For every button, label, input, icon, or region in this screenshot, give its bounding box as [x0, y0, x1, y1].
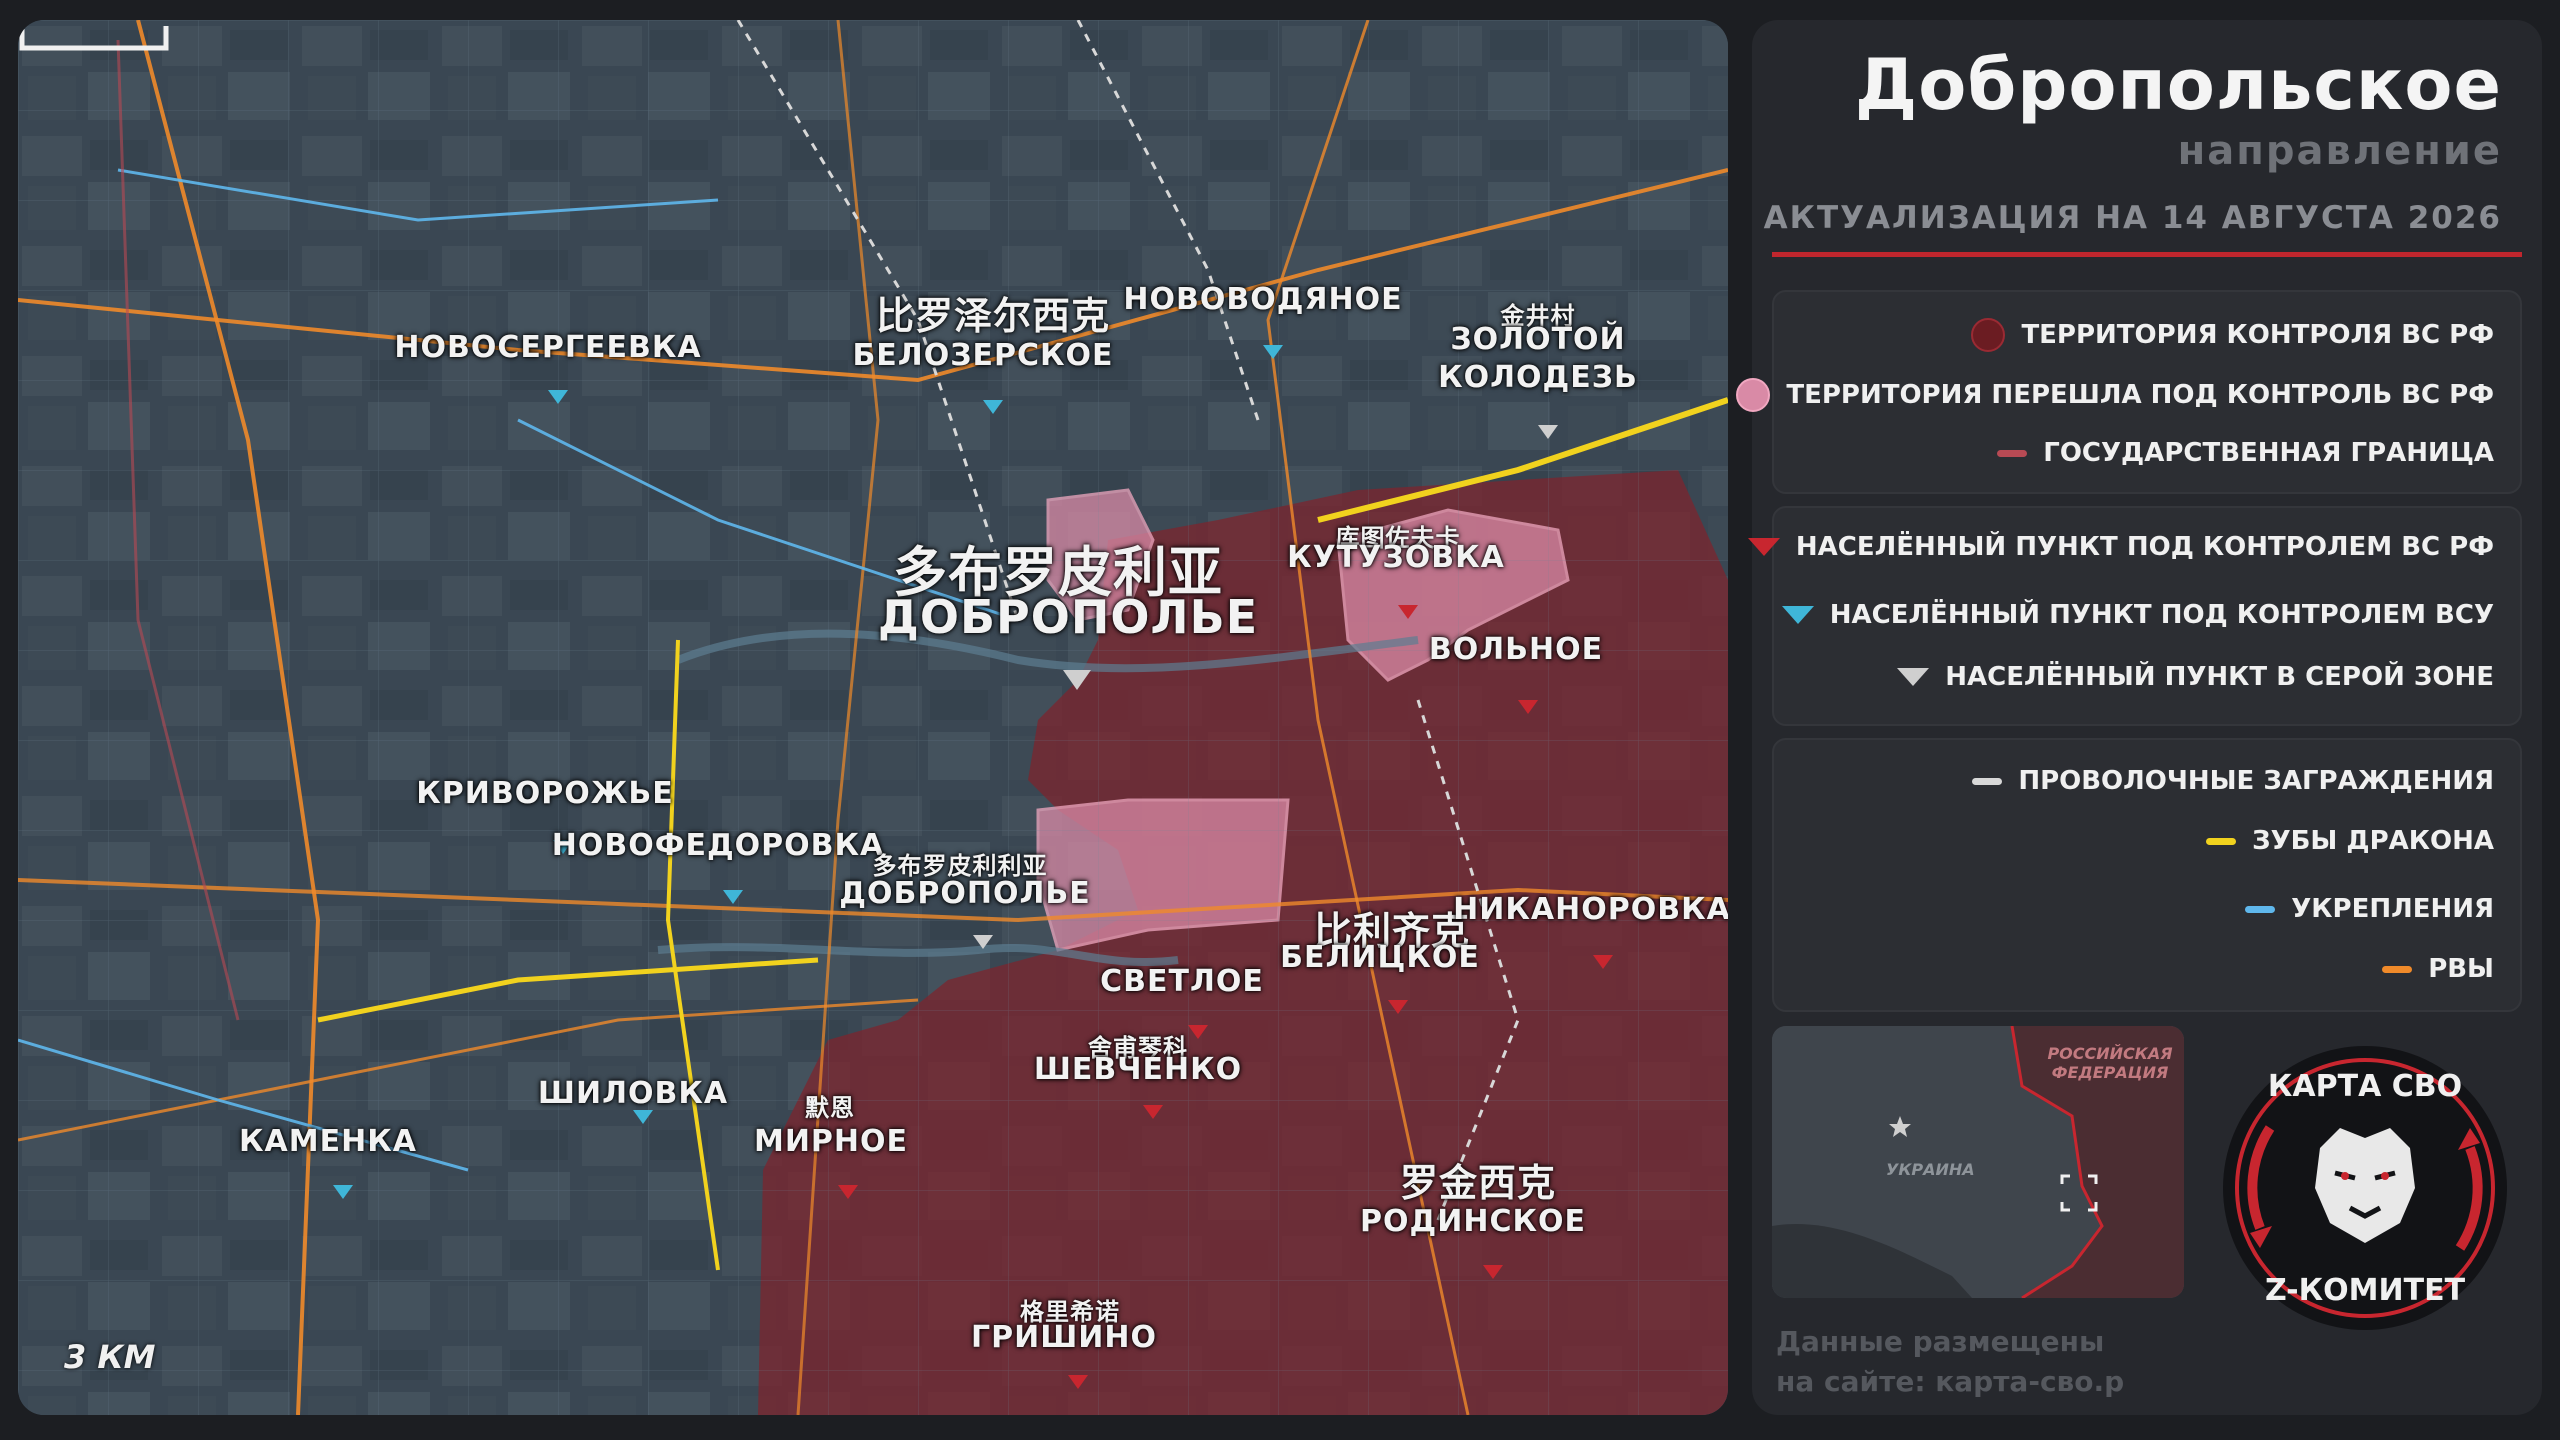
label-mirnoe: МИРНОЕ — [753, 1124, 909, 1159]
logo-bottom-text: Z-КОМИТЕТ — [2265, 1273, 2466, 1308]
label-belozerskoe: БЕЛОЗЕРСКОЕ — [852, 338, 1114, 373]
label-volnoe: ВОЛЬНОЕ — [1428, 632, 1604, 667]
panel-title: Добропольское — [1854, 44, 2502, 126]
karta-svo-logo: КАРТА СВО Z-КОМИТЕТ — [2223, 1046, 2507, 1330]
label-shilovka: ШИЛОВКА — [537, 1076, 729, 1111]
label-zolotoy-1: ЗОЛОТОЙ — [1450, 322, 1626, 357]
legend-row-rf-territory: ТЕРРИТОРИЯ КОНТРОЛЯ ВС РФ — [1971, 318, 2494, 352]
grey-settlement-icon — [1897, 668, 1930, 686]
new-territory-swatch — [1736, 378, 1771, 412]
ditches-swatch — [2382, 965, 2413, 973]
label-nikanorovka: НИКАНОРОВКА — [1453, 892, 1728, 927]
title-divider — [1772, 252, 2522, 257]
label-kutuzovka: КУТУЗОВКА — [1287, 540, 1505, 575]
legend-row-dragon-teeth: ЗУБЫ ДРАКОНА — [2206, 826, 2494, 856]
legend-row-wire: ПРОВОЛОЧНЫЕ ЗАГРАЖДЕНИЯ — [1972, 766, 2494, 796]
label-krivorozhye: КРИВОРОЖЬЕ — [416, 776, 674, 811]
footer-line-2: на сайте: карта-сво.р — [1776, 1365, 2125, 1398]
label-mirnoe-cn: 默恩 — [805, 1093, 855, 1122]
scale-label: 3 КМ — [64, 1338, 156, 1376]
rf-territory-swatch — [1971, 318, 2006, 352]
legend-territory-box: ТЕРРИТОРИЯ КОНТРОЛЯ ВС РФ ТЕРРИТОРИЯ ПЕР… — [1736, 290, 2522, 494]
update-date: АКТУАЛИЗАЦИЯ НА 14 АВГУСТА 2026 — [1763, 200, 2502, 236]
label-grishino: ГРИШИНО — [971, 1320, 1157, 1355]
legend-row-new-territory: ТЕРРИТОРИЯ ПЕРЕШЛА ПОД КОНТРОЛЬ ВС РФ — [1736, 378, 2494, 412]
legend-row-grey-settlement: НАСЕЛЁННЫЙ ПУНКТ В СЕРОЙ ЗОНЕ — [1897, 662, 2494, 692]
legend-row-afu-settlement: НАСЕЛЁННЫЙ ПУНКТ ПОД КОНТРОЛЕМ ВСУ — [1781, 600, 2494, 630]
dragon-teeth-swatch — [2206, 837, 2237, 845]
label-novofedorovka: НОВОФЕДОРОВКА — [551, 828, 885, 863]
map-area[interactable]: НОВОСЕРГЕЕВКА 比罗泽尔西克 БЕЛОЗЕРСКОЕ НОВОВОД… — [18, 20, 1728, 1415]
footer-text: Данные размещены на сайте: карта-сво.р — [1776, 1322, 2124, 1402]
fortifications-swatch — [2245, 905, 2276, 913]
label-svetloe: СВЕТЛОЕ — [1100, 964, 1264, 999]
label-novovodyanoe: НОВОВОДЯНОЕ — [1123, 282, 1403, 317]
minimap-russia-label: РОССИЙСКАЯ ФЕДЕРАЦИЯ — [2047, 1044, 2173, 1082]
label-dobropolye-big: ДОБРОПОЛЬЕ — [877, 590, 1259, 644]
wire-swatch — [1972, 777, 2003, 785]
rf-settlement-icon — [1747, 538, 1780, 556]
logo-top-text: КАРТА СВО — [2268, 1069, 2462, 1104]
legend-fortifications-box: ПРОВОЛОЧНЫЕ ЗАГРАЖДЕНИЯ ЗУБЫ ДРАКОНА УКР… — [1772, 738, 2522, 1012]
label-novosergeevka: НОВОСЕРГЕЕВКА — [394, 330, 702, 365]
afu-settlement-icon — [1781, 606, 1814, 624]
legend-row-border: ГОСУДАРСТВЕННАЯ ГРАНИЦА — [1997, 438, 2494, 468]
legend-panel: Добропольское направление АКТУАЛИЗАЦИЯ Н… — [1736, 20, 2542, 1415]
overview-minimap[interactable]: РОССИЙСКАЯ ФЕДЕРАЦИЯ УКРАИНА — [1772, 1026, 2184, 1298]
legend-row-rf-settlement: НАСЕЛЁННЫЙ ПУНКТ ПОД КОНТРОЛЕМ ВС РФ — [1747, 532, 2494, 562]
label-kamenka: КАМЕНКА — [239, 1124, 417, 1159]
panel-subtitle: направление — [2177, 128, 2502, 174]
legend-row-ditches: РВЫ — [2382, 954, 2494, 984]
label-rodinskoe: РОДИНСКОЕ — [1360, 1204, 1586, 1239]
label-belozerskoe-cn: 比罗泽尔西克 — [875, 293, 1111, 338]
label-rodinskoe-cn: 罗金西克 — [1399, 1160, 1557, 1205]
label-shevchenko: ШЕВЧЕНКО — [1033, 1052, 1243, 1087]
scale-bar — [19, 26, 169, 51]
border-swatch — [1997, 449, 2028, 457]
footer-line-1: Данные размещены — [1776, 1325, 2105, 1358]
legend-row-fortifications: УКРЕПЛЕНИЯ — [2245, 894, 2494, 924]
label-dobropolye-small: ДОБРОПОЛЬЕ — [839, 876, 1091, 911]
legend-settlements-box: НАСЕЛЁННЫЙ ПУНКТ ПОД КОНТРОЛЕМ ВС РФ НАС… — [1747, 506, 2522, 726]
label-zolotoy-2: КОЛОДЕЗЬ — [1438, 360, 1638, 395]
label-belitskoe: БЕЛИЦКОЕ — [1280, 940, 1480, 975]
minimap-ukraine-label: УКРАИНА — [1886, 1160, 1975, 1179]
